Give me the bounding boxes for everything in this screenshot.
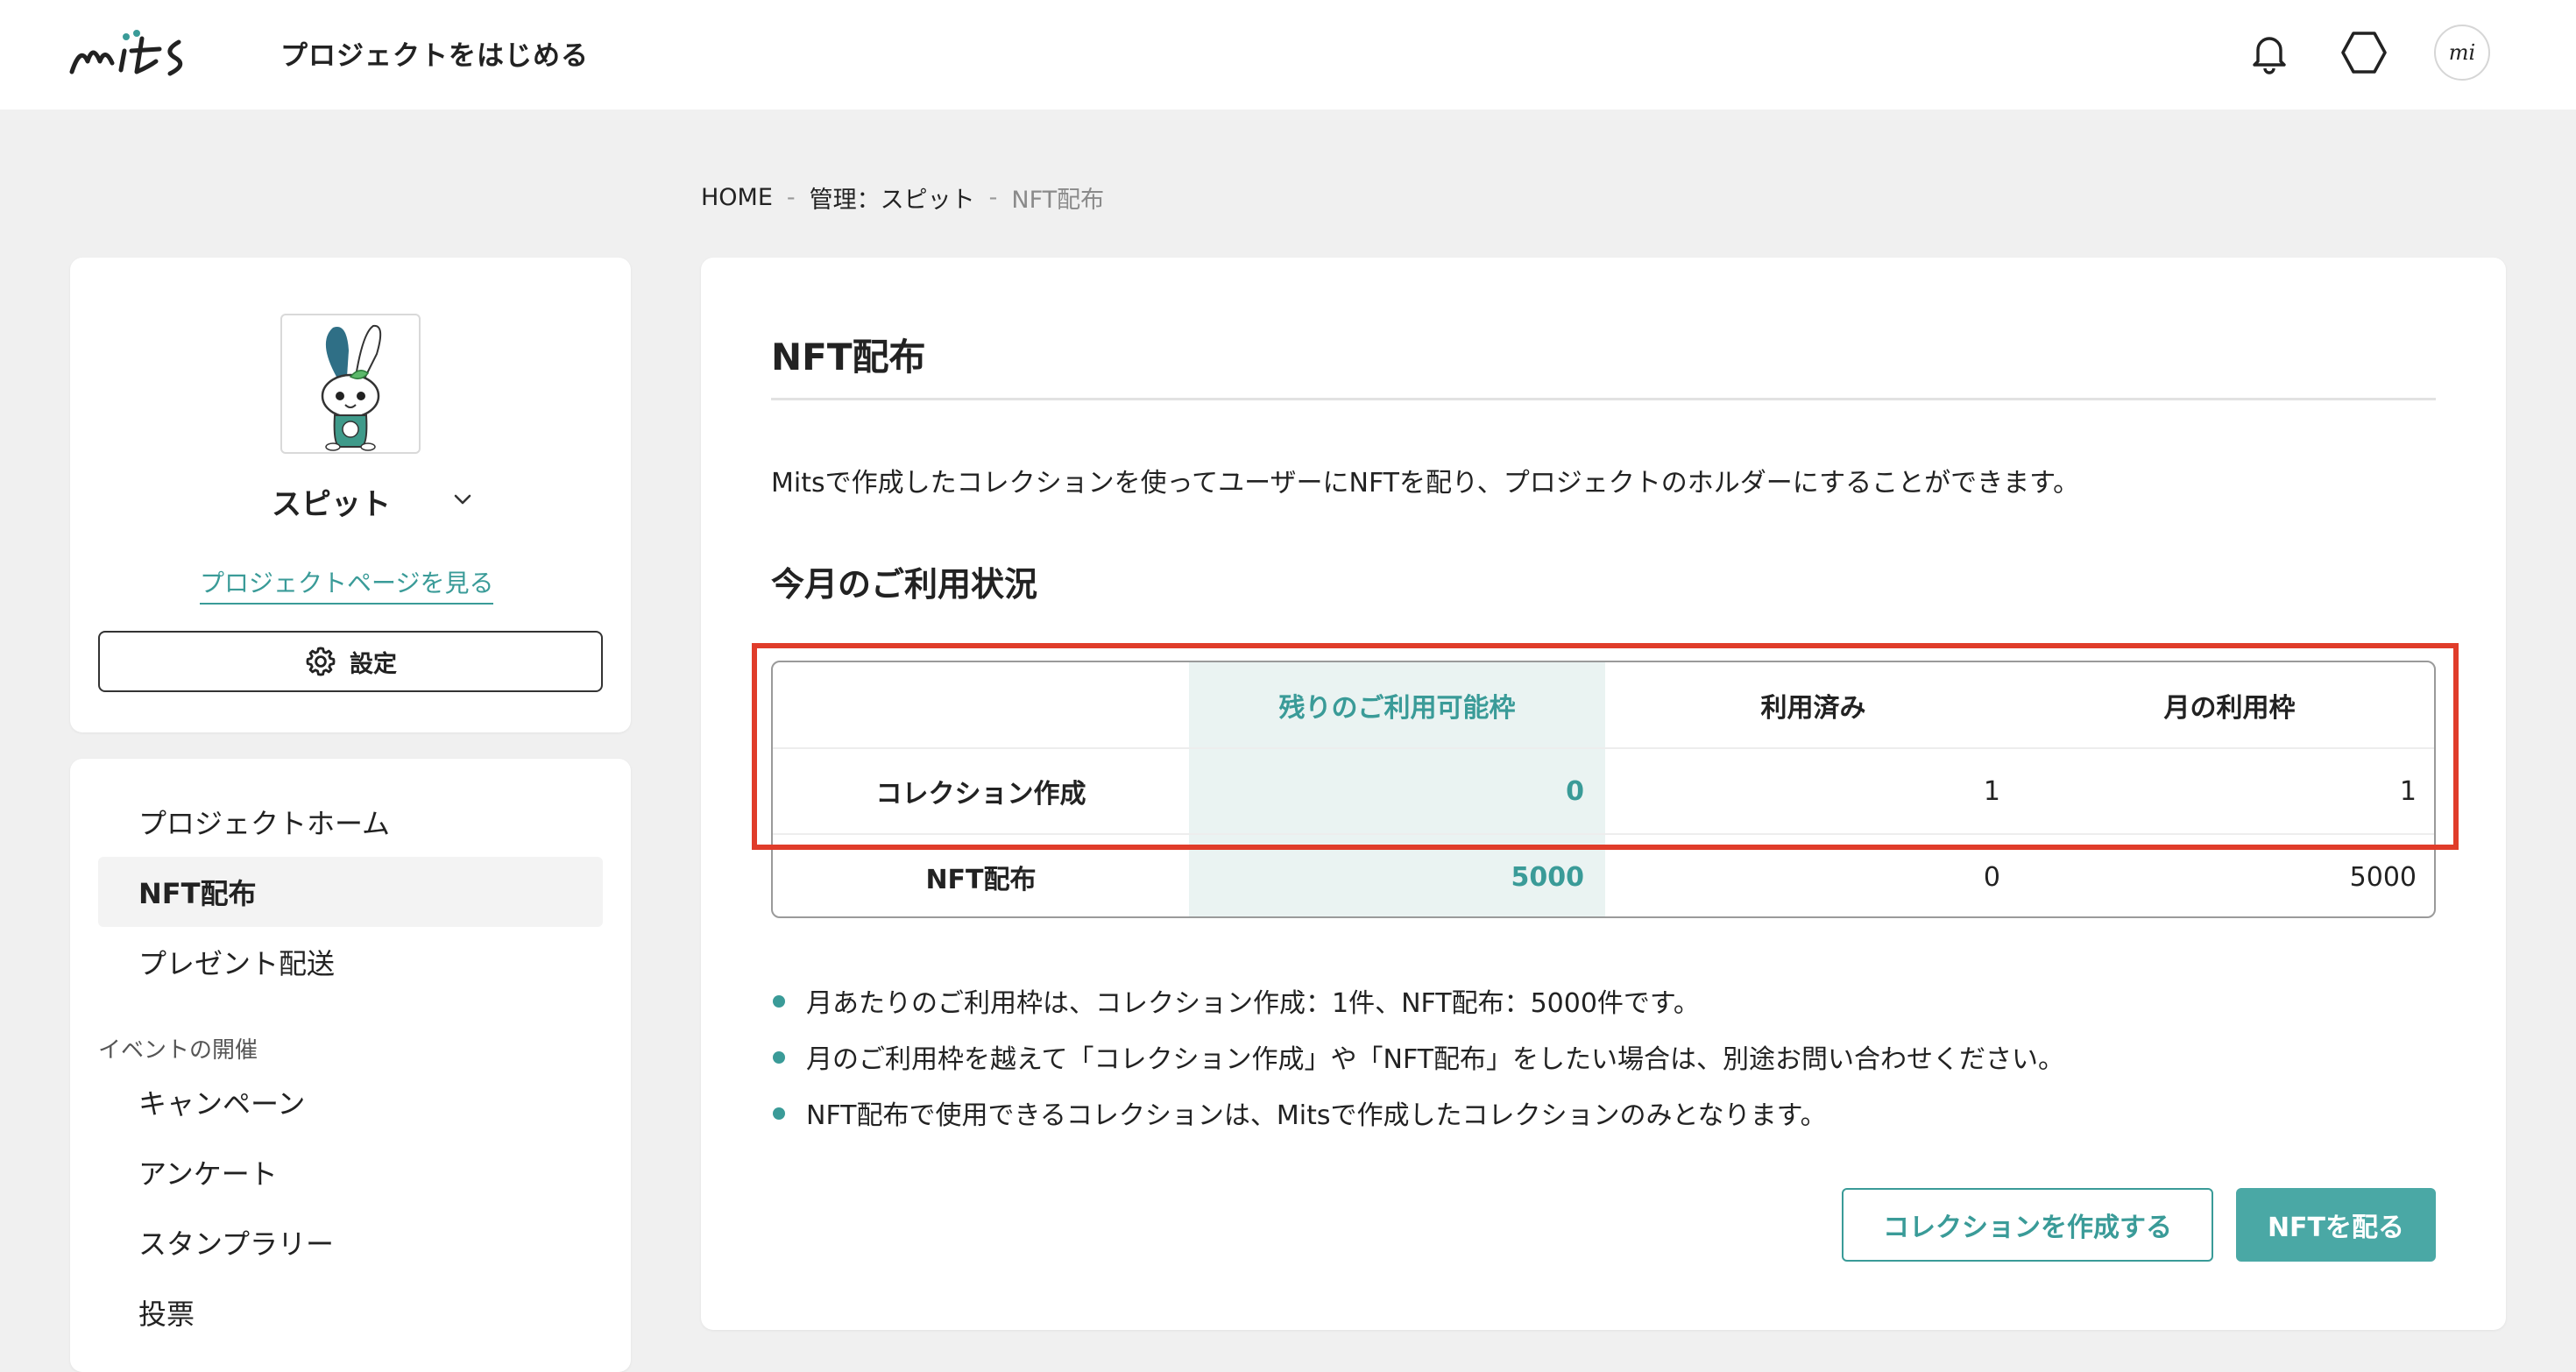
table-cell-limit: 1	[2399, 775, 2417, 807]
user-avatar[interactable]: mi	[2434, 25, 2490, 81]
table-cell-remaining: 0	[1566, 775, 1584, 807]
note-item: NFT配布で使用できるコレクションは、Mitsで作成したコレクションのみとなりま…	[771, 1085, 2064, 1141]
nft-distribution-panel: NFT配布 Mitsで作成したコレクションを使ってユーザーにNFTを配り、プロジ…	[701, 258, 2506, 1330]
sidebar-item-project-home[interactable]: プロジェクトホーム	[98, 787, 603, 857]
table-cell-used: 1	[1983, 775, 2000, 807]
page-title: NFT配布	[771, 336, 926, 378]
settings-label: 設定	[350, 650, 397, 678]
mits-logo[interactable]	[68, 26, 214, 79]
gear-icon	[306, 647, 336, 676]
usage-notes: 月あたりのご利用枠は、コレクション作成：1件、NFT配布：5000件です。 月の…	[771, 972, 2064, 1141]
table-header-remaining: 残りのご利用可能枠	[1278, 693, 1516, 724]
table-header-monthly-limit: 月の利用枠	[2163, 693, 2296, 724]
sidebar-item-nft-distribution[interactable]: NFT配布	[98, 857, 603, 927]
project-page-link[interactable]: プロジェクトページを見る	[200, 564, 494, 605]
sidebar-item-present-delivery[interactable]: プレゼント配送	[98, 927, 603, 997]
avatar-text: mi	[2448, 40, 2476, 65]
sidebar-item-stamp-rally[interactable]: スタンプラリー	[98, 1207, 603, 1277]
breadcrumb-separator: -	[786, 184, 796, 211]
note-item: 月あたりのご利用枠は、コレクション作成：1件、NFT配布：5000件です。	[771, 972, 2064, 1029]
breadcrumb: HOME - 管理：スピット - NFT配布	[701, 180, 1104, 215]
settings-button[interactable]: 設定	[98, 631, 603, 692]
sidebar-item-vote[interactable]: 投票	[98, 1277, 603, 1347]
sidebar-item-campaign[interactable]: キャンペーン	[98, 1067, 603, 1137]
top-header: プロジェクトをはじめる mi	[0, 0, 2576, 110]
table-cell-remaining: 5000	[1511, 861, 1585, 893]
project-name: スピット	[272, 487, 391, 522]
breadcrumb-home[interactable]: HOME	[701, 184, 773, 211]
sidebar-item-survey[interactable]: アンケート	[98, 1137, 603, 1207]
start-project-link[interactable]: プロジェクトをはじめる	[280, 33, 589, 73]
title-divider	[771, 398, 2436, 400]
table-row-label: NFT配布	[925, 865, 1037, 895]
table-header-empty	[773, 662, 1189, 748]
project-card: スピット プロジェクトページを見る 設定	[70, 258, 631, 732]
table-cell-limit: 5000	[2349, 861, 2417, 893]
usage-section-title: 今月のご利用状況	[771, 565, 1038, 604]
usage-table: 残りのご利用可能枠 利用済み 月の利用枠 コレクション作成 0 1 1 NFT配…	[771, 661, 2436, 918]
page-description: Mitsで作成したコレクションを使ってユーザーにNFTを配り、プロジェクトのホル…	[771, 468, 2080, 499]
hexagon-icon[interactable]	[2338, 26, 2390, 79]
breadcrumb-project-admin[interactable]: 管理：スピット	[810, 180, 975, 215]
breadcrumb-current: NFT配布	[1011, 187, 1105, 214]
chevron-down-icon[interactable]	[447, 484, 478, 515]
project-thumbnail	[280, 314, 421, 454]
table-row-label: コレクション作成	[875, 779, 1086, 810]
table-header-used: 利用済み	[1760, 693, 1866, 724]
note-item: 月のご利用枠を越えて「コレクション作成」や「NFT配布」をしたい場合は、別途お問…	[771, 1029, 2064, 1085]
sidebar-section-events: イベントの開催	[98, 1037, 258, 1064]
table-cell-used: 0	[1983, 861, 2000, 893]
breadcrumb-separator: -	[988, 184, 998, 211]
rabbit-mascot-image	[321, 324, 382, 451]
sidebar-nav: プロジェクトホーム NFT配布 プレゼント配送 イベントの開催 キャンペーン ア…	[70, 759, 631, 1372]
distribute-nft-button[interactable]: NFTを配る	[2236, 1188, 2436, 1262]
bell-icon[interactable]	[2243, 26, 2296, 79]
create-collection-button[interactable]: コレクションを作成する	[1842, 1188, 2213, 1262]
